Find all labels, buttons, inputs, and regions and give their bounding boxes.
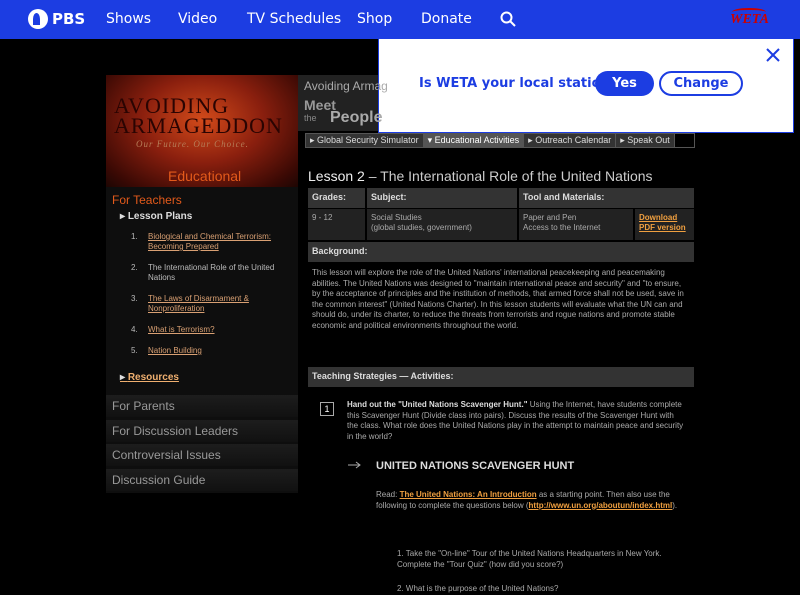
subnav-global-security[interactable]: ▸ Global Security Simulator <box>306 134 424 147</box>
sidebar-for-parents[interactable]: For Parents <box>106 395 298 417</box>
lesson-current: The International Role of the United Nat… <box>148 263 275 282</box>
station-popup: Is WETA your local station? Yes Change <box>378 39 794 133</box>
download-line2: PDF version <box>639 223 686 232</box>
change-button[interactable]: Change <box>659 71 743 96</box>
lesson-link[interactable]: What is Terrorism? <box>148 325 288 335</box>
lesson-title: Lesson 2 – The International Role of the… <box>308 168 653 184</box>
scavenger-hunt-title: UNITED NATIONS SCAVENGER HUNT <box>376 460 575 472</box>
un-url-link[interactable]: http://www.un.org/aboutun/index.html <box>529 501 673 510</box>
step-1-bold: Hand out the "United Nations Scavenger H… <box>347 400 528 409</box>
lesson-link[interactable]: Biological and Chemical Terrorism: Becom… <box>148 232 288 252</box>
un-introduction-link[interactable]: The United Nations: An Introduction <box>400 490 537 499</box>
meet-the-people-banner[interactable]: Avoiding Armag Meet the People <box>298 75 388 131</box>
subnav-outreach-calendar[interactable]: ▸ Outreach Calendar <box>524 134 617 147</box>
subject-line2: (global studies, government) <box>371 223 472 232</box>
yes-button[interactable]: Yes <box>595 71 654 96</box>
tools-value: Paper and Pen Access to the Internet <box>519 209 633 240</box>
nav-shop[interactable]: Shop <box>357 11 392 27</box>
read-instructions: Read: The United Nations: An Introductio… <box>376 490 686 511</box>
grades-value: 9 - 12 <box>308 209 365 240</box>
sidebar-for-teachers[interactable]: For Teachers <box>112 193 182 207</box>
sidebar-controversial-issues[interactable]: Controversial Issues <box>106 444 298 466</box>
download-pdf-link[interactable]: Download PDF version <box>635 209 694 240</box>
pbs-head-icon <box>28 9 48 29</box>
arrow-right-icon <box>348 461 361 469</box>
nav-donate[interactable]: Donate <box>421 11 472 27</box>
background-header: Background: <box>308 242 694 262</box>
sidebar-lesson-plans[interactable]: ▸ Lesson Plans <box>120 211 192 222</box>
resources-label: Resources <box>127 372 179 383</box>
search-icon[interactable] <box>500 11 516 27</box>
subnav-label: Speak Out <box>627 135 670 145</box>
download-line1: Download <box>639 213 678 222</box>
meet-banner-the: the <box>304 113 317 123</box>
lesson-num: 1. <box>131 232 138 241</box>
sidebar-for-discussion-leaders[interactable]: For Discussion Leaders <box>106 420 298 442</box>
meet-banner-people: People <box>330 109 383 126</box>
grades-header: Grades: <box>308 188 365 208</box>
station-question: Is WETA your local station? <box>419 76 618 91</box>
nav-tv-schedules[interactable]: TV Schedules <box>247 11 341 27</box>
subnav-label: Global Security Simulator <box>317 135 419 145</box>
sidebar-discussion-guide[interactable]: Discussion Guide <box>106 469 298 491</box>
read-pre: Read: <box>376 490 400 499</box>
subject-header: Subject: <box>367 188 517 208</box>
question-1: 1. Take the "On-line" Tour of the United… <box>397 549 662 569</box>
tools-line1: Paper and Pen <box>523 213 577 222</box>
lesson-num: 2. <box>131 263 138 272</box>
top-nav: PBS Shows Video TV Schedules Shop Donate… <box>0 0 800 39</box>
sidebar-resources[interactable]: ▸ Resources <box>120 372 179 383</box>
sidebar: For Teachers ▸ Lesson Plans 1. Biologica… <box>106 187 298 493</box>
step-1-text: Hand out the "United Nations Scavenger H… <box>347 400 687 442</box>
grades-text: 9 - 12 <box>312 213 333 222</box>
subnav-speak-out[interactable]: ▸ Speak Out <box>616 134 675 147</box>
read-end: ). <box>672 500 678 510</box>
question-2: 2. What is the purpose of the United Nat… <box>397 584 559 593</box>
lesson-plans-label: Lesson Plans <box>127 211 193 222</box>
lesson-title-rest: – The International Role of the United N… <box>364 168 653 184</box>
lesson-link[interactable]: Nation Building <box>148 346 288 356</box>
step-1-number: 1 <box>320 402 334 416</box>
lesson-num: 3. <box>131 294 138 303</box>
lesson-num: 4. <box>131 325 138 334</box>
subnav-educational-activities[interactable]: ▾ Educational Activities <box>423 134 525 147</box>
background-text: This lesson will explore the role of the… <box>312 268 684 330</box>
subnav-label: Outreach Calendar <box>535 135 612 145</box>
lesson-num: 5. <box>131 346 138 355</box>
banner-title-2: ARMAGEDDON <box>114 113 283 138</box>
sub-nav: ▸ Global Security Simulator ▾ Educationa… <box>305 133 695 148</box>
lesson-link[interactable]: The Laws of Disarmament & Nonproliferati… <box>148 294 288 314</box>
lesson-title-bold: Lesson 2 <box>308 168 365 184</box>
meet-banner-top: Avoiding Armag <box>304 79 388 93</box>
tools-header: Tool and Materials: <box>519 188 694 208</box>
nav-video[interactable]: Video <box>178 11 217 27</box>
banner-tagline: Our Future. Our Choice. <box>136 139 249 149</box>
subject-value: Social Studies (global studies, governmen… <box>367 209 517 240</box>
avoiding-armageddon-banner: AVOIDING ARMAGEDDON Our Future. Our Choi… <box>106 75 298 200</box>
weta-logo[interactable]: WETA <box>730 8 769 28</box>
subnav-label: Educational Activities <box>434 135 520 145</box>
subject-line1: Social Studies <box>371 213 422 222</box>
close-icon[interactable] <box>765 47 781 63</box>
strategies-header: Teaching Strategies — Activities: <box>308 367 694 387</box>
nav-shows[interactable]: Shows <box>106 11 151 27</box>
pbs-logo[interactable]: PBS <box>28 8 85 30</box>
tools-line2: Access to the Internet <box>523 223 601 232</box>
